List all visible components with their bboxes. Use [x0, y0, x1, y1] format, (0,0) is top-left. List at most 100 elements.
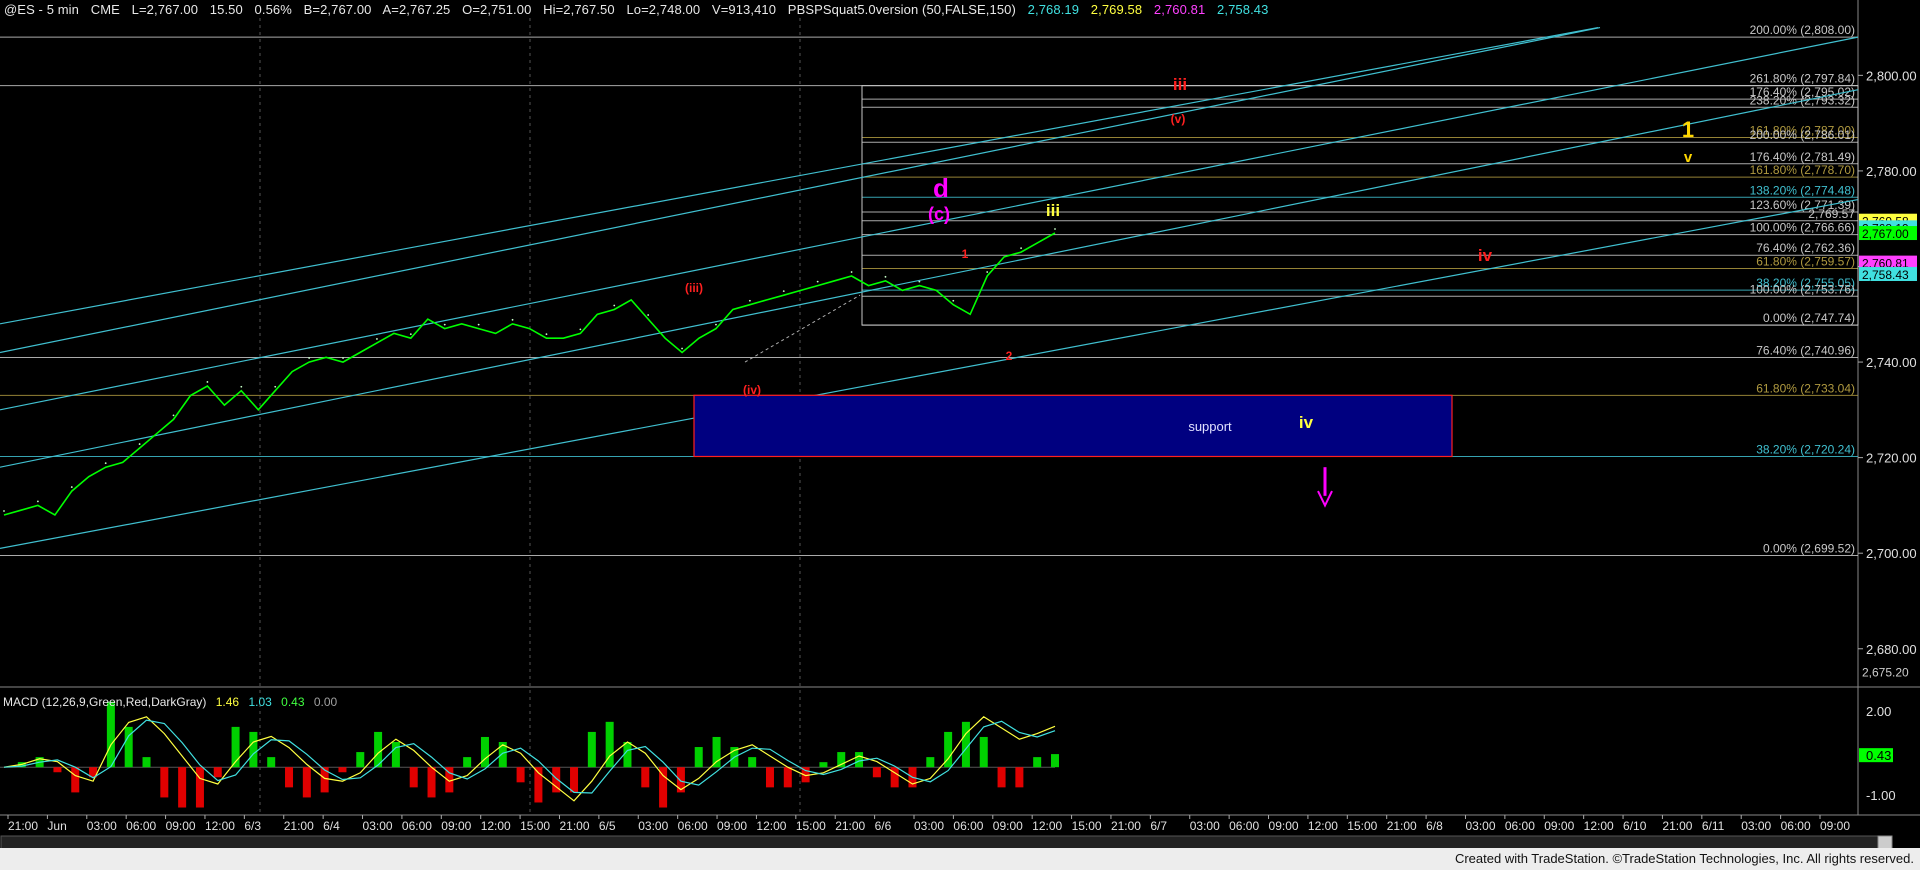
price-tag-label: 2,675.20	[1862, 666, 1909, 680]
time-axis-label: 03:00	[914, 819, 944, 833]
price-dot	[409, 333, 412, 336]
macd-histogram-bar	[676, 767, 685, 793]
price-dot	[37, 500, 39, 503]
price-dot	[274, 385, 277, 388]
last-price: L=2,767.00	[131, 2, 199, 17]
time-axis-label: 21:00	[559, 819, 589, 833]
macd-histogram-bar	[391, 742, 400, 768]
time-axis-label: 03:00	[638, 819, 668, 833]
price-dot	[477, 323, 480, 326]
price-dot	[206, 381, 209, 383]
macd-histogram-bar	[587, 731, 596, 768]
time-axis-label: 12:00	[1308, 819, 1338, 833]
time-axis-label: 09:00	[717, 819, 747, 833]
price-dot	[884, 275, 887, 278]
fib-level-label: 161.80% (2,778.70)	[1750, 163, 1855, 177]
time-axis-label: 21:00	[8, 819, 38, 833]
low-price: Lo=2,748.00	[626, 2, 701, 17]
fib-level-label: 138.20% (2,774.48)	[1750, 183, 1855, 197]
macd-histogram-bar	[570, 767, 579, 793]
wave-label: (v)	[1171, 112, 1186, 126]
support-zone	[693, 394, 1453, 458]
study-value-3: 2,760.81	[1153, 2, 1206, 17]
price-dot	[308, 357, 311, 359]
price-axis-label: 2,680.00	[1866, 642, 1917, 657]
price-axis-label: 2,780.00	[1866, 164, 1917, 179]
time-axis-label: 6/7	[1150, 819, 1167, 833]
wave-label: d	[933, 173, 949, 203]
time-axis-label: 15:00	[520, 819, 550, 833]
price-dot	[613, 304, 616, 307]
price-dot	[376, 338, 378, 340]
fib-level-label: 61.80% (2,759.57)	[1756, 255, 1855, 269]
macd-axis-label: 2.00	[1866, 704, 1891, 719]
macd-histogram-bar	[160, 767, 169, 798]
time-axis-label: 06:00	[1505, 819, 1535, 833]
time-axis-label: 15:00	[1347, 819, 1377, 833]
time-axis-label: 09:00	[441, 819, 471, 833]
macd-histogram-bar	[641, 767, 650, 788]
open-price: O=2,751.00	[462, 2, 532, 17]
time-axis-label: 6/11	[1702, 819, 1725, 833]
macd-histogram-bar	[338, 767, 347, 773]
price-dot	[511, 318, 514, 321]
macd-histogram-bar	[694, 747, 703, 768]
time-axis-label: 03:00	[87, 819, 117, 833]
time-axis-label: 09:00	[166, 819, 196, 833]
macd-histogram-bar	[53, 767, 62, 773]
macd-histogram-bar	[427, 767, 436, 798]
wave-label: (iii)	[685, 281, 703, 295]
macd-histogram-bar	[1033, 757, 1042, 768]
macd-histogram-bar	[659, 767, 668, 808]
macd-histogram-bar	[267, 757, 276, 768]
fib-level-label: 238.20% (2,793.32)	[1750, 93, 1855, 107]
change-value: 15.50	[209, 2, 243, 17]
time-axis-label: 21:00	[1387, 819, 1417, 833]
fib-level-label: 2,769.57	[1808, 207, 1855, 221]
chart-header: @ES - 5 min CME L=2,767.00 15.50 0.56% B…	[4, 2, 1276, 17]
price-dot	[782, 290, 785, 293]
time-axis-label: 09:00	[1544, 819, 1574, 833]
time-axis-label: 12:00	[1032, 819, 1062, 833]
time-axis-label: 12:00	[1584, 819, 1614, 833]
time-axis-label: 06:00	[1781, 819, 1811, 833]
fib-level-label: 100.00% (2,753.76)	[1750, 282, 1855, 296]
wave-label: 2	[1006, 349, 1013, 363]
time-axis-label: 06:00	[953, 819, 983, 833]
macd-histogram-bar	[142, 757, 151, 768]
time-axis-label: 6/4	[323, 819, 340, 833]
wave-label: v	[1684, 149, 1693, 166]
time-axis-label: 6/6	[875, 819, 892, 833]
fib-level-label: 100.00% (2,766.66)	[1750, 221, 1855, 235]
price-chart[interactable]: 2,800.002,780.002,760.002,740.002,720.00…	[0, 0, 1920, 870]
time-axis-label: 21:00	[835, 819, 865, 833]
macd-histogram-bar	[302, 767, 311, 798]
price-dot	[443, 323, 446, 326]
wave-label: 1	[962, 247, 969, 261]
macd-header: MACD (12,26,9,Green,Red,DarkGray) 1.46 1…	[3, 695, 343, 709]
time-axis-label: 6/5	[599, 819, 616, 833]
fib-level-label: 176.40% (2,781.49)	[1750, 150, 1855, 164]
price-dot	[748, 299, 751, 302]
wave-label: (iv)	[743, 383, 761, 397]
macd-histogram-bar	[748, 757, 757, 768]
fib-level-label: 0.00% (2,699.52)	[1763, 541, 1855, 555]
macd-histogram-bar	[285, 767, 294, 788]
macd-value-3: 0.43	[281, 695, 305, 709]
fib-level-label: 261.80% (2,797.84)	[1750, 72, 1855, 86]
price-dot	[681, 347, 683, 350]
macd-histogram-bar	[926, 757, 935, 768]
macd-label: MACD (12,26,9,Green,Red,DarkGray)	[3, 695, 207, 709]
ask-price: A=2,767.25	[382, 2, 451, 17]
fib-level-label: 200.00% (2,808.00)	[1750, 23, 1855, 37]
macd-value-2: 1.03	[248, 695, 272, 709]
price-dot	[850, 271, 853, 273]
price-dot	[342, 357, 344, 359]
time-axis-label: 09:00	[1820, 819, 1850, 833]
macd-histogram-bar	[178, 767, 187, 808]
macd-histogram-bar	[855, 752, 864, 768]
price-dot	[545, 333, 548, 336]
time-axis-label: 03:00	[1190, 819, 1220, 833]
support-label: support	[1188, 419, 1232, 434]
price-dot	[986, 271, 989, 273]
